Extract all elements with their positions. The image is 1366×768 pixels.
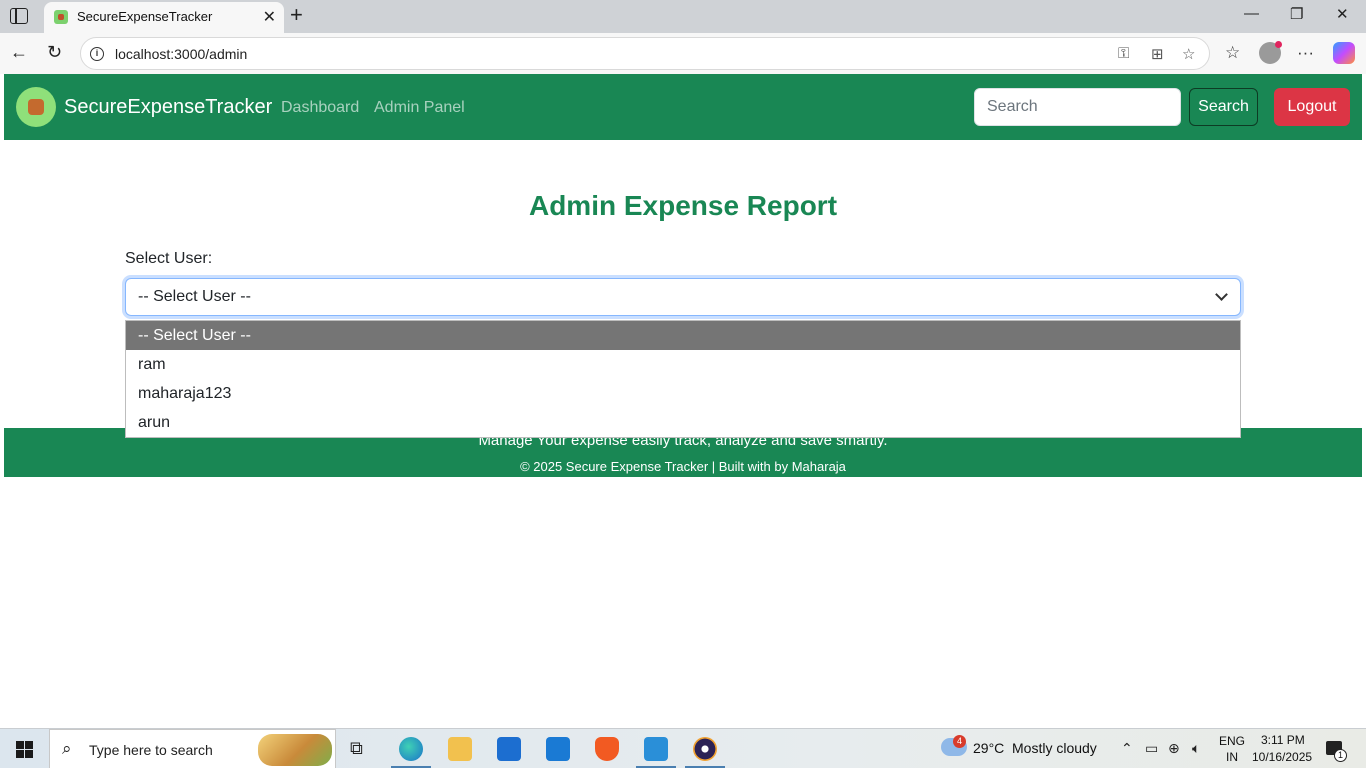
reload-icon[interactable]: ↻: [47, 42, 62, 63]
browser-toolbar: ← ↻ i localhost:3000/admin ⚿ ⊞ ☆ ☆ ···: [0, 33, 1366, 74]
clock-time[interactable]: 3:11 PM: [1261, 733, 1305, 747]
new-tab-icon[interactable]: +: [290, 3, 303, 27]
dropdown-option[interactable]: maharaja123: [126, 379, 1240, 408]
page-title: Admin Expense Report: [528, 190, 838, 221]
select-user-label: Select User:: [125, 250, 213, 267]
address-bar[interactable]: i localhost:3000/admin ⚿ ⊞ ☆: [80, 37, 1210, 70]
volume-icon[interactable]: 🔈︎: [1192, 740, 1200, 757]
brave-browser-icon[interactable]: [595, 737, 619, 761]
dropdown-option[interactable]: ram: [126, 350, 1240, 379]
windows-taskbar: ⌕ Type here to search ⧉ 4 29°C Mostly cl…: [0, 728, 1366, 768]
windows-start-icon[interactable]: [16, 741, 33, 758]
battery-icon[interactable]: ▭: [1145, 740, 1158, 757]
back-arrow-icon[interactable]: ←: [10, 42, 28, 63]
chevron-down-icon: [1215, 288, 1228, 301]
taskbar-search-box[interactable]: ⌕ Type here to search: [49, 729, 336, 768]
dropdown-option[interactable]: -- Select User --: [126, 321, 1240, 350]
weather-badge: 4: [953, 735, 966, 748]
key-icon[interactable]: ⚿: [1118, 45, 1129, 62]
footer-copyright: © 2025 Secure Expense Tracker | Built wi…: [520, 459, 846, 474]
nav-link-admin-panel[interactable]: Admin Panel: [374, 99, 465, 117]
app-navbar: SecureExpenseTracker Dashboard Admin Pan…: [4, 74, 1362, 140]
favorites-icon[interactable]: ☆: [1225, 43, 1240, 63]
task-view-icon[interactable]: ⧉: [350, 738, 363, 759]
vscode-icon[interactable]: [644, 737, 668, 761]
network-globe-icon[interactable]: ⊕: [1168, 740, 1180, 757]
apps-icon[interactable]: ⊞: [1151, 45, 1164, 63]
search-icon: ⌕: [62, 739, 72, 758]
clock-date[interactable]: 10/16/2025: [1252, 750, 1312, 764]
copilot-icon[interactable]: [1333, 42, 1355, 64]
eclipse-icon[interactable]: [693, 737, 717, 761]
site-info-icon[interactable]: i: [90, 47, 104, 61]
user-select[interactable]: -- Select User --: [125, 278, 1241, 316]
brand-logo-icon[interactable]: [16, 87, 56, 127]
user-dropdown-list: -- Select User -- ram maharaja123 arun: [125, 320, 1241, 438]
favorite-star-icon[interactable]: ☆: [1182, 45, 1195, 63]
microsoft-store-icon[interactable]: [497, 737, 521, 761]
logout-button[interactable]: Logout: [1274, 88, 1350, 126]
url-text[interactable]: localhost:3000/admin: [115, 46, 247, 62]
file-explorer-icon[interactable]: [448, 737, 472, 761]
outlook-icon[interactable]: [546, 737, 570, 761]
profile-notification-dot: [1275, 41, 1282, 48]
nav-link-dashboard[interactable]: Dashboard: [281, 99, 359, 117]
navbar-search-button[interactable]: Search: [1189, 88, 1258, 126]
edge-browser-icon[interactable]: [399, 737, 423, 761]
notification-count-badge: 1: [1334, 749, 1347, 762]
weather-temperature[interactable]: 29°C: [973, 740, 1004, 756]
select-current-value: -- Select User --: [138, 288, 251, 305]
dropdown-option[interactable]: arun: [126, 408, 1240, 437]
language-code[interactable]: ENG: [1219, 734, 1245, 748]
search-highlight-image: [258, 734, 332, 766]
restore-icon[interactable]: ❐: [1290, 5, 1303, 23]
chevron-up-icon[interactable]: ⌃: [1121, 740, 1133, 757]
sidebar-toggle-icon[interactable]: [10, 8, 28, 24]
taskbar-search-text: Type here to search: [89, 742, 213, 758]
tab-title: SecureExpenseTracker: [77, 9, 213, 24]
brand-name[interactable]: SecureExpenseTracker: [64, 96, 272, 119]
tab-favicon-icon: [54, 10, 68, 24]
browser-tab-strip: SecureExpenseTracker ✕ + — ❐ ✕: [0, 0, 1366, 33]
more-menu-icon[interactable]: ···: [1297, 43, 1314, 63]
navbar-search-input[interactable]: [974, 88, 1181, 126]
window-close-icon[interactable]: ✕: [1336, 5, 1349, 23]
weather-description[interactable]: Mostly cloudy: [1012, 740, 1097, 756]
browser-tab[interactable]: SecureExpenseTracker ✕: [44, 2, 284, 33]
language-region[interactable]: IN: [1226, 750, 1238, 764]
minimize-icon[interactable]: —: [1244, 5, 1259, 22]
tab-close-icon[interactable]: ✕: [263, 7, 276, 27]
